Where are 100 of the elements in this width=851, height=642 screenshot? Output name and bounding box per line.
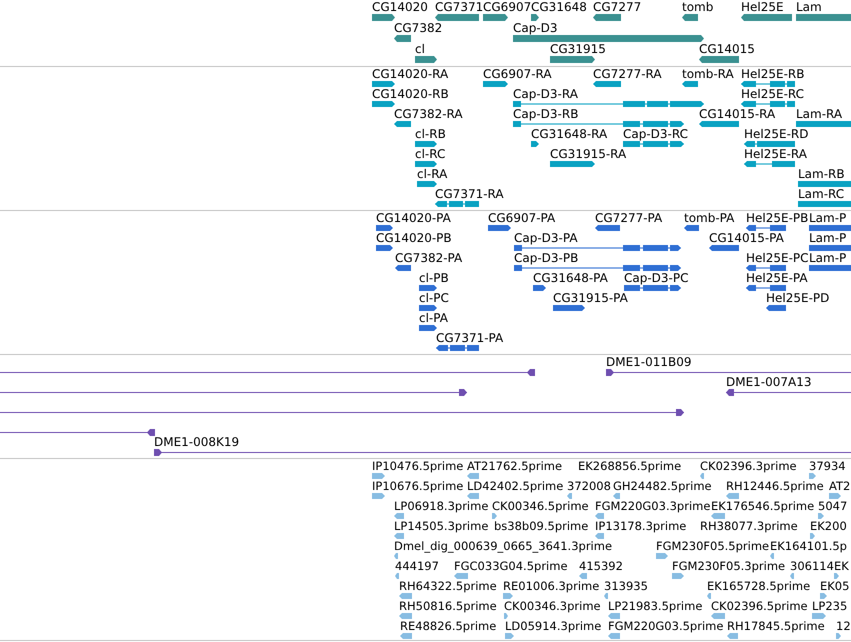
feature-label: CG14020-PA — [376, 212, 451, 225]
feature-label: FGM220G03.3prime — [595, 500, 710, 513]
feature-label: CK00346.5prime — [492, 500, 589, 513]
feature-label: RE01006.3prime — [503, 580, 600, 593]
feature-label: cl-PA — [419, 312, 448, 325]
feature-label: Hel25E-PB — [746, 212, 808, 225]
feature-label: CG14015-PA — [709, 232, 784, 245]
feature-label: 313935 — [604, 580, 648, 593]
feature-label: FGC033G04.5prime — [454, 560, 568, 573]
feature-label: CG6907-PA — [488, 212, 556, 225]
feature-label: CG31915 — [550, 43, 606, 56]
feature-label: LP14505.3prime — [394, 520, 488, 533]
feature-label: CG14020-RB — [372, 88, 449, 101]
feature-label: CG14020-PB — [376, 232, 452, 245]
feature-label: EK176546.5prime — [711, 500, 814, 513]
feature-label: 12 — [836, 620, 851, 633]
feature-label: 37934 — [809, 460, 846, 473]
feature-label: RE48826.5prime — [400, 620, 496, 633]
feature-label: FGM220G03.5prime — [608, 620, 724, 633]
feature-label: EK — [834, 560, 849, 573]
feature-label: Hel25E-RD — [744, 128, 808, 141]
feature-label: RH17845.5prime — [727, 620, 825, 633]
feature-label: 415392 — [579, 560, 623, 573]
feature-label: EK05 — [820, 580, 850, 593]
feature-label: RH50816.5prime — [399, 600, 497, 613]
feature-label: CG6907-RA — [483, 68, 552, 81]
feature-label: Cap-D3-RC — [623, 128, 688, 141]
feature-label: IP10676.5prime — [372, 480, 464, 493]
feature-label: tomb-PA — [684, 212, 734, 225]
feature-label: CG14015-RA — [699, 108, 776, 121]
feature-label: CG7277-RA — [593, 68, 662, 81]
feature-label: Hel25E-PA — [746, 272, 808, 285]
feature-label: CG14020 — [372, 1, 428, 14]
feature-label: cl-PC — [419, 292, 449, 305]
feature-label: tomb-RA — [682, 68, 734, 81]
feature-label: tomb — [682, 1, 714, 14]
feature-label: 372008 — [567, 480, 611, 493]
feature-label: LD42402.5prime — [467, 480, 564, 493]
feature-label: DME1-011B09 — [606, 356, 692, 369]
feature-label: cl — [415, 43, 425, 56]
feature-label: Hel25E — [741, 1, 784, 14]
feature-label: CG7277-PA — [595, 212, 662, 225]
feature-label: 5047 — [818, 500, 848, 513]
feature-label: 306114 — [790, 560, 834, 573]
feature-label: CG7382-PA — [395, 252, 462, 265]
feature-label: CG7277 — [593, 1, 642, 14]
feature-label: Hel25E-PC — [746, 252, 809, 265]
feature-label: CG31915-PA — [553, 292, 628, 305]
feature-label: CG14020-RA — [372, 68, 448, 81]
feature-label: DME1-007A13 — [726, 376, 812, 389]
feature-label: AT21762.5prime — [467, 460, 562, 473]
feature-label: CK02396.3prime — [700, 460, 797, 473]
feature-label: Hel25E-RC — [741, 88, 804, 101]
feature-label: EK164101.5p — [770, 540, 847, 553]
feature-label: Lam-P — [809, 212, 846, 225]
feature-label: Dmel_dig_000639_0665_3641.3prime — [394, 540, 612, 553]
feature-label: CG7371-RA — [435, 188, 504, 201]
feature-label: EK165728.5prime — [707, 580, 810, 593]
feature-label: CG31648 — [531, 1, 587, 14]
feature-label: cl-PB — [419, 272, 449, 285]
feature-label: Lam-P — [809, 232, 846, 245]
feature-label: RH64322.5prime — [399, 580, 497, 593]
feature-label: Lam — [796, 1, 822, 14]
feature-label: 444197 — [395, 560, 439, 573]
feature-label: CG6907 — [483, 1, 532, 14]
feature-label: CK02396.5prime — [711, 600, 808, 613]
feature-label: IP13178.3prime — [595, 520, 686, 533]
feature-label: Cap-D3-PA — [514, 232, 578, 245]
feature-label: Cap-D3 — [513, 22, 558, 35]
feature-label: FGM230F05.3prime — [672, 560, 786, 573]
feature-label: Cap-D3-PB — [514, 252, 578, 265]
feature-label: RH38077.3prime — [700, 520, 798, 533]
feature-label: Hel25E-PD — [766, 292, 830, 305]
feature-label: IP10476.5prime — [372, 460, 464, 473]
feature-label: EK200 — [810, 520, 847, 533]
feature-label: cl-RA — [417, 168, 448, 181]
feature-label: CG7371 — [435, 1, 484, 14]
feature-label: CG7382-RA — [394, 108, 463, 121]
feature-label: FGM230F05.5prime — [656, 540, 770, 553]
feature-label: CG31648-RA — [531, 128, 608, 141]
feature-label: cl-RB — [415, 128, 446, 141]
feature-label: CK00346.3prime — [504, 600, 601, 613]
feature-label: RH12446.5prime — [726, 480, 824, 493]
feature-label: EK268856.5prime — [578, 460, 682, 473]
feature-label: CG31648-PA — [533, 272, 608, 285]
feature-label: Hel25E-RA — [744, 148, 807, 161]
feature-label: CG31915-RA — [550, 148, 626, 161]
feature-label: Lam-RB — [798, 168, 845, 181]
feature-label: CG7371-PA — [436, 332, 504, 345]
feature-label: Hel25E-RB — [741, 68, 804, 81]
feature-label: LP21983.5prime — [608, 600, 702, 613]
feature-label: Cap-D3-RA — [513, 88, 578, 101]
feature-label: CG14015 — [699, 43, 755, 56]
feature-label: LP235 — [812, 600, 848, 613]
feature-label: Lam-RA — [796, 108, 842, 121]
feature-label: LD05914.3prime — [505, 620, 602, 633]
feature-label: LP06918.3prime — [394, 500, 488, 513]
feature-label: GH24482.5prime — [613, 480, 712, 493]
feature-label: Cap-D3-RB — [513, 108, 578, 121]
feature-label: cl-RC — [415, 148, 446, 161]
